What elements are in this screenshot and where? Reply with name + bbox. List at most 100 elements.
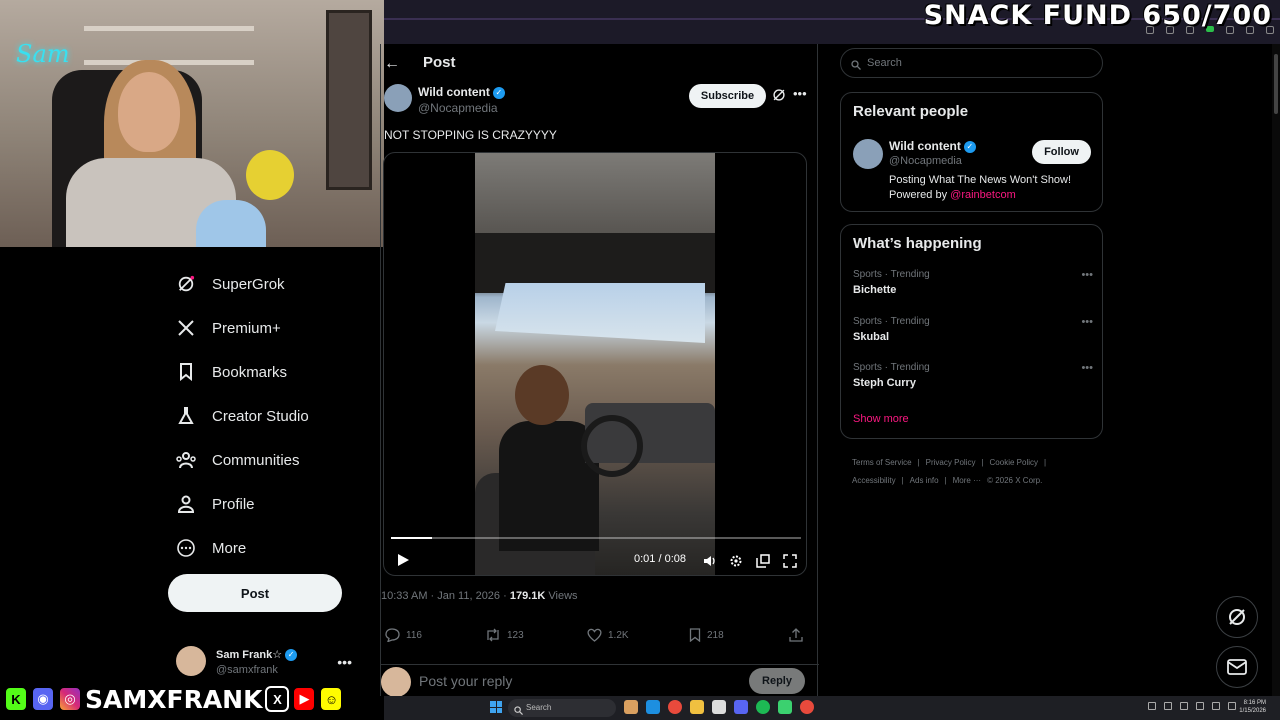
footer-divider: | [981, 458, 984, 467]
follow-button[interactable]: Follow [1032, 140, 1091, 164]
edge-icon[interactable] [646, 700, 660, 714]
nav-label: More [212, 539, 247, 557]
trend-item[interactable]: Sports · Trending Bichette ••• [853, 269, 1093, 303]
footer-divider: | [944, 476, 947, 485]
nav-label: Premium+ [212, 319, 281, 337]
footer-link[interactable]: Ads info [910, 476, 939, 485]
nav-item-profile[interactable]: Profile [168, 482, 368, 526]
verified-badge-icon: ✓ [492, 86, 505, 99]
tray-icon[interactable] [1164, 702, 1172, 710]
tray-icon[interactable] [1228, 702, 1236, 710]
nav-item-bookmarks[interactable]: Bookmarks [168, 350, 368, 394]
relevant-people-card: Relevant people Wild content ✓ @Nocapmedi… [840, 92, 1103, 212]
show-more-link[interactable]: Show more [853, 413, 909, 425]
author-handle[interactable]: @Nocapmedia [418, 101, 498, 115]
fullscreen-icon[interactable] [782, 553, 798, 569]
more-dots-icon[interactable]: ••• [337, 654, 352, 670]
discord-icon[interactable] [734, 700, 748, 714]
author-avatar[interactable] [384, 84, 412, 112]
footer-link[interactable]: Accessibility [852, 476, 896, 485]
more-dots-icon[interactable]: ••• [793, 86, 807, 101]
back-arrow-icon[interactable]: ← [384, 55, 400, 73]
more-dots-icon[interactable]: ••• [1081, 362, 1093, 374]
tray-icon[interactable] [1148, 702, 1156, 710]
settings-gear-icon[interactable] [728, 553, 744, 569]
sunroof-sky [495, 283, 705, 343]
plush-toy [196, 200, 266, 247]
chrome-icon[interactable] [668, 700, 682, 714]
nav-item-creator-studio[interactable]: Creator Studio [168, 394, 368, 438]
reply-count: 116 [406, 629, 422, 641]
post-actions: 116 123 1.2K 218 [385, 628, 805, 646]
post-timestamp[interactable]: 10:33 AM · Jan 11, 2026 · [381, 590, 510, 602]
webcam-feed: Sam [0, 0, 384, 247]
more-dots-icon[interactable]: ••• [1081, 269, 1093, 281]
search-input[interactable]: Search [840, 48, 1103, 78]
repost-action[interactable]: 123 [485, 628, 524, 642]
scrollbar[interactable] [1272, 44, 1280, 696]
post-text: NOT STOPPING IS CRAZYYYY [384, 128, 557, 142]
footer-link[interactable]: Terms of Service [852, 458, 912, 467]
windows-start-icon[interactable] [490, 701, 502, 713]
nav-item-premium[interactable]: Premium+ [168, 306, 368, 350]
x-logo-icon [176, 318, 196, 338]
tray-icon[interactable] [1180, 702, 1188, 710]
relevant-person-name[interactable]: Wild content ✓ [889, 139, 976, 153]
avatar [176, 646, 206, 676]
like-action[interactable]: 1.2K [587, 628, 629, 642]
file-explorer-icon[interactable] [690, 700, 704, 714]
reply-input[interactable]: Post your reply [419, 673, 512, 689]
bookmark-action[interactable]: 218 [689, 628, 724, 642]
share-icon[interactable] [789, 628, 803, 642]
store-icon[interactable] [712, 700, 726, 714]
streamer-face [118, 72, 180, 152]
verified-badge-icon: ✓ [285, 649, 298, 662]
pip-icon[interactable] [755, 553, 771, 569]
nav-item-more[interactable]: More [168, 526, 368, 570]
video-progress-bar[interactable] [391, 537, 801, 539]
reply-action[interactable]: 116 [385, 628, 422, 642]
post-button[interactable]: Post [168, 574, 342, 612]
more-dots-icon[interactable]: ••• [1081, 316, 1093, 328]
bio-text: Posting What The News Won't Show! [889, 174, 1072, 186]
author-name[interactable]: Wild content ✓ [418, 85, 505, 99]
footer-divider: | [1044, 458, 1047, 467]
tray-icon[interactable] [1212, 702, 1220, 710]
taskbar-apps [624, 700, 814, 714]
reply-button[interactable]: Reply [749, 668, 805, 694]
taskbar-app-icon[interactable] [778, 700, 792, 714]
subscribe-button[interactable]: Subscribe [689, 84, 766, 108]
video-player[interactable]: 0:01 / 0:08 [383, 152, 807, 576]
scrollbar-thumb[interactable] [1274, 54, 1278, 114]
reply-composer: Post your reply Reply [381, 664, 819, 697]
trend-item[interactable]: Sports · Trending Steph Curry ••• [853, 362, 1093, 396]
footer-link[interactable]: Cookie Policy [990, 458, 1038, 467]
bio-link[interactable]: @rainbetcom [950, 189, 1016, 201]
account-switcher[interactable]: Sam Frank☆ ✓ @samxfrank ••• [176, 646, 356, 682]
spotify-icon[interactable] [756, 700, 770, 714]
play-icon[interactable] [396, 553, 410, 567]
door [326, 10, 372, 190]
taskbar-search[interactable]: Search [508, 699, 616, 717]
nav-item-supergrok[interactable]: SuperGrok [168, 262, 368, 306]
streamer-handle: SAMXFRANK [85, 684, 263, 714]
relevant-person-bio: Posting What The News Won't Show! Powere… [889, 173, 1094, 203]
taskbar-clock[interactable]: 8:16 PM 1/15/2026 [1239, 699, 1266, 715]
footer-link[interactable]: Privacy Policy [926, 458, 976, 467]
trend-item[interactable]: Sports · Trending Skubal ••• [853, 316, 1093, 350]
tray-icon[interactable] [1196, 702, 1204, 710]
taskbar-app-icon[interactable] [624, 700, 638, 714]
chrome-icon[interactable] [800, 700, 814, 714]
clock-time: 8:16 PM [1243, 700, 1266, 706]
os-taskbar: Search 8:16 PM 1/15/2026 [384, 696, 1280, 720]
account-name: Sam Frank☆ ✓ [216, 648, 298, 662]
grok-float-button[interactable] [1216, 596, 1258, 638]
messages-float-button[interactable] [1216, 646, 1258, 688]
volume-icon[interactable] [702, 553, 718, 569]
trend-category: Sports · Trending [853, 362, 930, 373]
footer-link[interactable]: More ··· [953, 476, 981, 485]
avatar[interactable] [853, 139, 883, 169]
grok-icon[interactable] [772, 88, 786, 107]
nav-item-communities[interactable]: Communities [168, 438, 368, 482]
bookmark-icon [176, 362, 196, 382]
